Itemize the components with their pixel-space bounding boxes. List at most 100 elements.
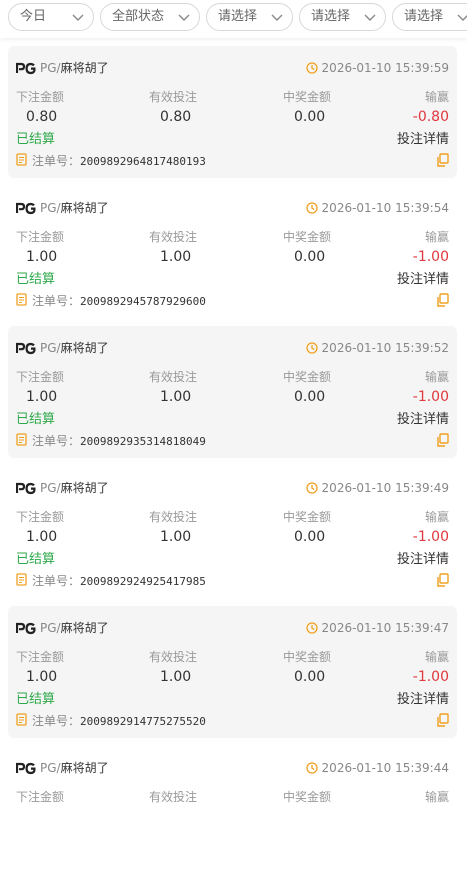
pg-logo-icon <box>16 202 36 215</box>
bet-record-card[interactable]: PG/麻将胡了 2026-01-10 15:39:47 下注金额 有效投注 中奖… <box>8 606 457 738</box>
valid-bet-value: 1.00 <box>160 389 192 405</box>
date-filter-label: 今日 <box>20 9 47 24</box>
order-number: 注单号：2009892924925417985 <box>16 572 206 589</box>
valid-bet-label: 有效投注 <box>149 230 198 244</box>
pnl-value: -1.00 <box>412 389 449 405</box>
win-amount-label: 中奖金额 <box>283 650 332 664</box>
order-number: 注单号：2009892935314818049 <box>16 432 206 449</box>
valid-bet-label: 有效投注 <box>149 790 198 804</box>
pnl-value: -1.00 <box>412 249 449 265</box>
bet-record-card[interactable]: PG/麻将胡了 2026-01-10 15:39:52 下注金额 有效投注 中奖… <box>8 326 457 458</box>
select-filter-3[interactable]: 请选择 <box>392 3 467 31</box>
bet-detail-link[interactable]: 投注详情 <box>397 408 449 427</box>
win-amount-value: 0.00 <box>294 249 326 265</box>
record-header: PG/麻将胡了 2026-01-10 15:39:54 <box>16 200 449 216</box>
pnl-label: 输赢 <box>424 90 449 104</box>
copy-icon[interactable] <box>437 573 449 587</box>
clock-icon <box>305 62 318 74</box>
win-amount-label: 中奖金额 <box>283 90 332 104</box>
order-number: 注单号：2009892964817480193 <box>16 152 206 169</box>
pnl-value: -1.00 <box>412 669 449 685</box>
bet-time: 2026-01-10 15:39:54 <box>305 200 449 216</box>
win-amount-label: 中奖金额 <box>283 790 332 804</box>
game-name: PG/麻将胡了 <box>40 61 109 75</box>
document-icon <box>16 293 27 306</box>
record-header: PG/麻将胡了 2026-01-10 15:39:52 <box>16 340 449 356</box>
pg-logo-icon <box>16 482 36 495</box>
bet-detail-link[interactable]: 投注详情 <box>397 688 449 707</box>
record-header: PG/麻将胡了 2026-01-10 15:39:59 <box>16 60 449 76</box>
bet-amount-value: 1.00 <box>26 249 58 265</box>
status-badge: 已结算 <box>16 412 56 427</box>
filter-bar: 今日 全部状态 请选择 请选择 请选择 <box>0 0 467 38</box>
bet-detail-link[interactable]: 投注详情 <box>397 548 449 567</box>
select-filter-2[interactable]: 请选择 <box>299 3 386 31</box>
pnl-value: -0.80 <box>412 109 449 125</box>
bet-amount-label: 下注金额 <box>16 90 65 104</box>
valid-bet-label: 有效投注 <box>149 90 198 104</box>
record-header: PG/麻将胡了 2026-01-10 15:39:47 <box>16 620 449 636</box>
game-name: PG/麻将胡了 <box>40 621 109 635</box>
copy-icon[interactable] <box>437 293 449 307</box>
bet-amount-label: 下注金额 <box>16 230 65 244</box>
status-badge: 已结算 <box>16 552 56 567</box>
game-name: PG/麻将胡了 <box>40 761 109 775</box>
pnl-label: 输赢 <box>424 370 449 384</box>
select-filter-3-label: 请选择 <box>404 9 444 24</box>
game-name: PG/麻将胡了 <box>40 481 109 495</box>
clock-icon <box>305 622 318 634</box>
copy-icon[interactable] <box>437 153 449 167</box>
chevron-down-icon <box>271 14 283 21</box>
clock-icon <box>305 482 318 494</box>
valid-bet-label: 有效投注 <box>149 510 198 524</box>
clock-icon <box>305 342 318 354</box>
chevron-down-icon <box>178 14 190 21</box>
win-amount-value: 0.00 <box>294 669 326 685</box>
select-filter-1-label: 请选择 <box>218 9 258 24</box>
bet-detail-link[interactable]: 投注详情 <box>397 268 449 287</box>
date-filter[interactable]: 今日 <box>8 3 94 31</box>
clock-icon <box>305 202 318 214</box>
valid-bet-value: 1.00 <box>160 669 192 685</box>
valid-bet-label: 有效投注 <box>149 650 198 664</box>
bet-detail-link[interactable]: 投注详情 <box>397 128 449 147</box>
chevron-down-icon <box>457 14 467 21</box>
copy-icon[interactable] <box>437 713 449 727</box>
record-header: PG/麻将胡了 2026-01-10 15:39:44 <box>16 760 449 776</box>
order-number: 注单号：2009892945787929600 <box>16 292 206 309</box>
pnl-label: 输赢 <box>424 230 449 244</box>
bet-record-card[interactable]: PG/麻将胡了 2026-01-10 15:39:54 下注金额 有效投注 中奖… <box>8 186 457 318</box>
select-filter-2-label: 请选择 <box>311 9 351 24</box>
game-name: PG/麻将胡了 <box>40 201 109 215</box>
bet-amount-value: 1.00 <box>26 389 58 405</box>
pg-logo-icon <box>16 762 36 775</box>
pnl-label: 输赢 <box>424 650 449 664</box>
bet-amount-label: 下注金额 <box>16 790 65 804</box>
bet-record-card[interactable]: PG/麻将胡了 2026-01-10 15:39:44 下注金额 有效投注 中奖… <box>8 746 457 878</box>
pg-logo-icon <box>16 622 36 635</box>
document-icon <box>16 573 27 586</box>
win-amount-label: 中奖金额 <box>283 510 332 524</box>
pnl-value: -1.00 <box>412 529 449 545</box>
status-filter[interactable]: 全部状态 <box>100 3 200 31</box>
bet-time: 2026-01-10 15:39:59 <box>305 60 449 76</box>
clock-icon <box>305 762 318 774</box>
document-icon <box>16 713 27 726</box>
bet-amount-label: 下注金额 <box>16 370 65 384</box>
bet-time: 2026-01-10 15:39:49 <box>305 480 449 496</box>
status-badge: 已结算 <box>16 132 56 147</box>
chevron-down-icon <box>72 14 84 21</box>
bet-time: 2026-01-10 15:39:44 <box>305 760 449 776</box>
bet-amount-value: 1.00 <box>26 669 58 685</box>
copy-icon[interactable] <box>437 433 449 447</box>
valid-bet-label: 有效投注 <box>149 370 198 384</box>
select-filter-1[interactable]: 请选择 <box>206 3 293 31</box>
bet-amount-value: 0.80 <box>26 109 58 125</box>
record-header: PG/麻将胡了 2026-01-10 15:39:49 <box>16 480 449 496</box>
status-filter-label: 全部状态 <box>112 9 165 24</box>
pnl-label: 输赢 <box>424 510 449 524</box>
pg-logo-icon <box>16 62 36 75</box>
chevron-down-icon <box>364 14 376 21</box>
bet-record-card[interactable]: PG/麻将胡了 2026-01-10 15:39:59 下注金额 有效投注 中奖… <box>8 46 457 178</box>
bet-record-card[interactable]: PG/麻将胡了 2026-01-10 15:39:49 下注金额 有效投注 中奖… <box>8 466 457 598</box>
